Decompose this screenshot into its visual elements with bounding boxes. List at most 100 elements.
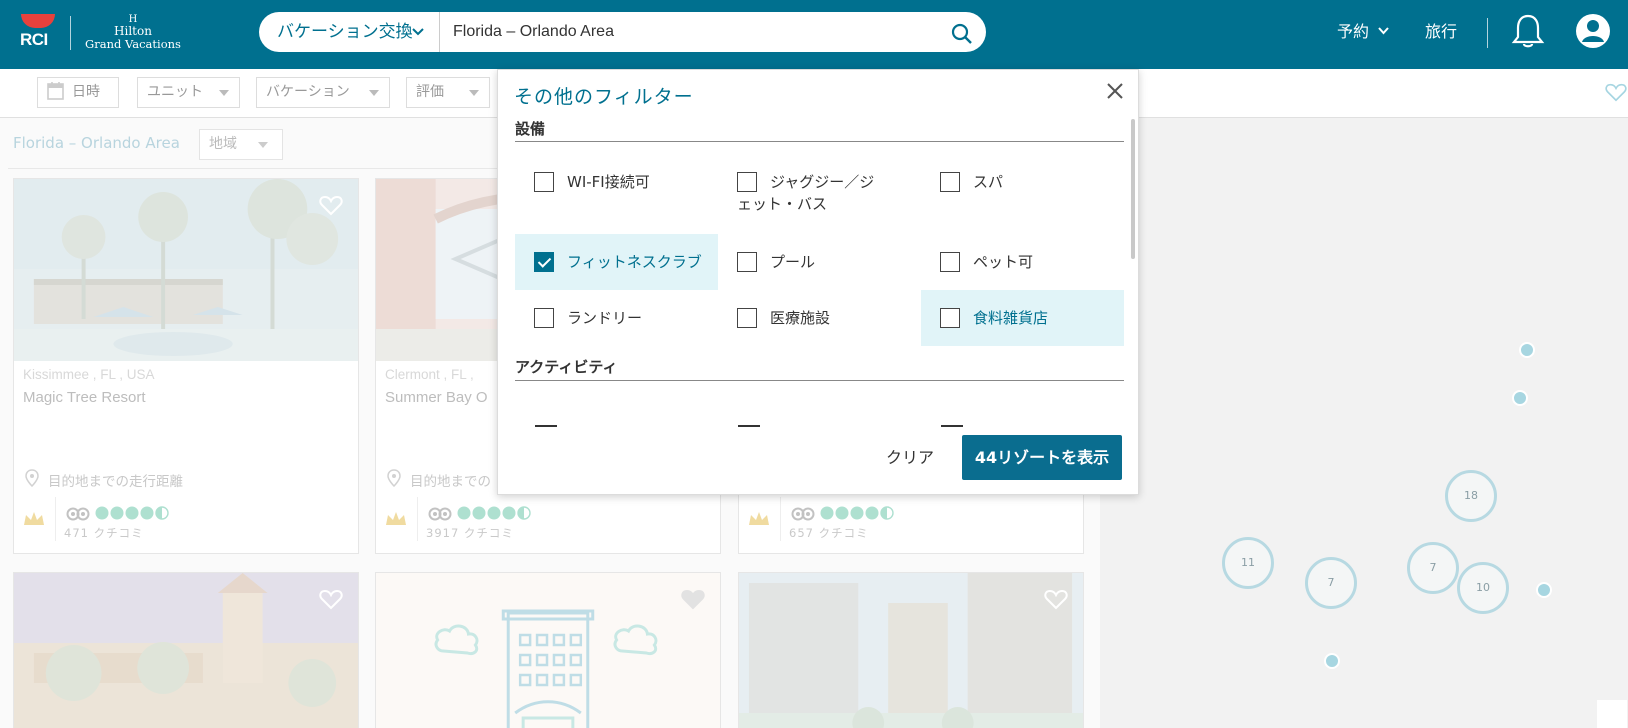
search-input[interactable]: Florida – Orlando Area — [453, 12, 614, 52]
review-count[interactable]: 3917 クチコミ — [426, 525, 514, 541]
option-placeholder — [941, 425, 963, 427]
map-cluster[interactable]: 11 — [1222, 537, 1274, 589]
map-cluster[interactable]: 18 — [1445, 470, 1497, 522]
close-icon[interactable] — [1105, 81, 1125, 101]
filter-option-laundry[interactable]: ランドリー — [515, 290, 718, 346]
account-icon[interactable] — [1575, 13, 1611, 49]
caret-down-icon — [369, 90, 379, 96]
filter-option-label: WI-FI接続可 — [567, 173, 650, 191]
logo-divider — [70, 16, 71, 50]
filter-option-pets[interactable]: ペット可 — [921, 234, 1124, 290]
rating-bubbles — [95, 506, 169, 520]
map-cluster[interactable]: 7 — [1305, 557, 1357, 609]
resort-name[interactable]: Magic Tree Resort — [23, 389, 146, 406]
dialog-title: その他のフィルター — [514, 86, 694, 108]
unit-filter[interactable]: ユニット — [137, 77, 240, 108]
filter-option-label: ペット可 — [973, 253, 1034, 271]
checkbox[interactable] — [737, 252, 757, 272]
section-divider — [515, 380, 1124, 381]
filter-option-jacuzzi[interactable]: ジャグジー／ジェット・バス — [718, 154, 921, 213]
map-marker[interactable] — [1536, 582, 1552, 598]
clear-button[interactable]: クリア — [886, 444, 934, 468]
filter-option-label: プール — [770, 253, 816, 271]
vacation-filter[interactable]: バケーション — [256, 77, 390, 108]
resort-card[interactable] — [738, 572, 1084, 728]
chevron-down-icon[interactable] — [1377, 24, 1390, 37]
results-map[interactable]: 18 11 7 7 10 — [1100, 118, 1628, 728]
heart-icon[interactable] — [319, 588, 343, 610]
heart-icon[interactable] — [1044, 588, 1068, 610]
filter-option-label: 医療施設 — [770, 309, 831, 327]
more-filters-dialog: その他のフィルター 設備 WI-FI接続可 ジャグジー／ジェット・バス スパ フ… — [497, 69, 1139, 495]
search-bar: バケーション交換 Florida – Orlando Area — [259, 12, 986, 52]
map-pin-icon — [25, 469, 39, 487]
filter-option-medical[interactable]: 医療施設 — [718, 290, 921, 346]
calendar-icon — [47, 82, 64, 100]
show-results-button[interactable]: 44リゾートを表示 — [962, 435, 1122, 480]
rci-logo[interactable]: RCI — [20, 14, 58, 52]
dialog-scrollbar[interactable] — [1131, 119, 1135, 259]
filter-options-scroll[interactable]: 設備 WI-FI接続可 ジャグジー／ジェット・バス スパ フィットネスクラブ プ… — [498, 114, 1138, 424]
resort-name[interactable]: Summer Bay O — [385, 389, 488, 406]
heart-icon[interactable] — [319, 194, 343, 216]
card-divider — [55, 497, 56, 541]
caret-down-icon — [258, 142, 268, 148]
card-divider — [417, 497, 418, 541]
map-marker[interactable] — [1512, 390, 1528, 406]
checkbox[interactable] — [737, 308, 757, 328]
filter-option-spa[interactable]: スパ — [921, 154, 1124, 210]
resort-card[interactable] — [13, 572, 359, 728]
checkbox[interactable] — [534, 308, 554, 328]
filter-option-grocery[interactable]: 食料雑貨店 — [921, 290, 1124, 346]
tripadvisor-icon — [791, 507, 815, 521]
rating-bubbles — [820, 506, 894, 520]
review-count[interactable]: 471 クチコミ — [64, 525, 144, 541]
map-cluster[interactable]: 7 — [1407, 542, 1459, 594]
filter-option-pool[interactable]: プール — [718, 234, 921, 290]
filter-option-fitness[interactable]: フィットネスクラブ — [515, 234, 718, 290]
option-placeholder — [535, 425, 557, 427]
filter-option-label: フィットネスクラブ — [567, 253, 702, 271]
bell-icon[interactable] — [1511, 12, 1545, 50]
review-count[interactable]: 657 クチコミ — [789, 525, 869, 541]
checkbox-checked[interactable] — [534, 252, 554, 272]
option-placeholder — [738, 425, 760, 427]
filter-option-label: ランドリー — [567, 309, 643, 327]
rating-filter-label: 評価 — [416, 84, 444, 100]
vacation-filter-label: バケーション — [266, 84, 350, 100]
nav-reservations[interactable]: 予約 — [1337, 18, 1369, 42]
tripadvisor-icon — [66, 507, 90, 521]
heart-icon[interactable] — [1605, 81, 1627, 103]
unit-filter-label: ユニット — [147, 84, 203, 100]
resort-card[interactable] — [375, 572, 721, 728]
heart-icon[interactable] — [681, 588, 705, 610]
filter-option-wifi[interactable]: WI-FI接続可 — [515, 154, 718, 210]
filter-option-label: スパ — [973, 173, 1004, 191]
amenities-section-title: 設備 — [515, 120, 546, 138]
caret-down-icon — [219, 90, 229, 96]
chevron-down-icon[interactable] — [411, 25, 425, 39]
nav-divider — [1487, 18, 1488, 48]
resort-location: Clermont , FL , — [385, 367, 474, 382]
resort-card[interactable]: Kissimmee , FL , USA Magic Tree Resort 目… — [13, 178, 359, 554]
rating-filter[interactable]: 評価 — [406, 77, 490, 108]
section-divider — [515, 141, 1124, 142]
date-filter[interactable]: 日時 — [37, 77, 119, 108]
map-marker[interactable] — [1324, 653, 1340, 669]
resort-photo — [14, 573, 358, 728]
checkbox[interactable] — [940, 252, 960, 272]
nav-travel[interactable]: 旅行 — [1425, 18, 1457, 42]
hilton-logo-line2: Grand Vacations — [85, 37, 181, 52]
checkbox[interactable] — [940, 308, 960, 328]
filter-option-label: 食料雑貨店 — [973, 309, 1049, 327]
search-separator — [439, 12, 440, 52]
results-location-title: Florida – Orlando Area — [13, 134, 180, 152]
map-cluster[interactable]: 10 — [1457, 562, 1509, 614]
checkbox[interactable] — [534, 172, 554, 192]
region-filter[interactable]: 地域 — [199, 129, 283, 160]
checkbox[interactable] — [940, 172, 960, 192]
search-type-select[interactable]: バケーション交換 — [277, 12, 413, 52]
search-icon[interactable] — [951, 23, 973, 45]
map-marker[interactable] — [1519, 342, 1535, 358]
resort-location: Kissimmee , FL , USA — [23, 367, 155, 382]
